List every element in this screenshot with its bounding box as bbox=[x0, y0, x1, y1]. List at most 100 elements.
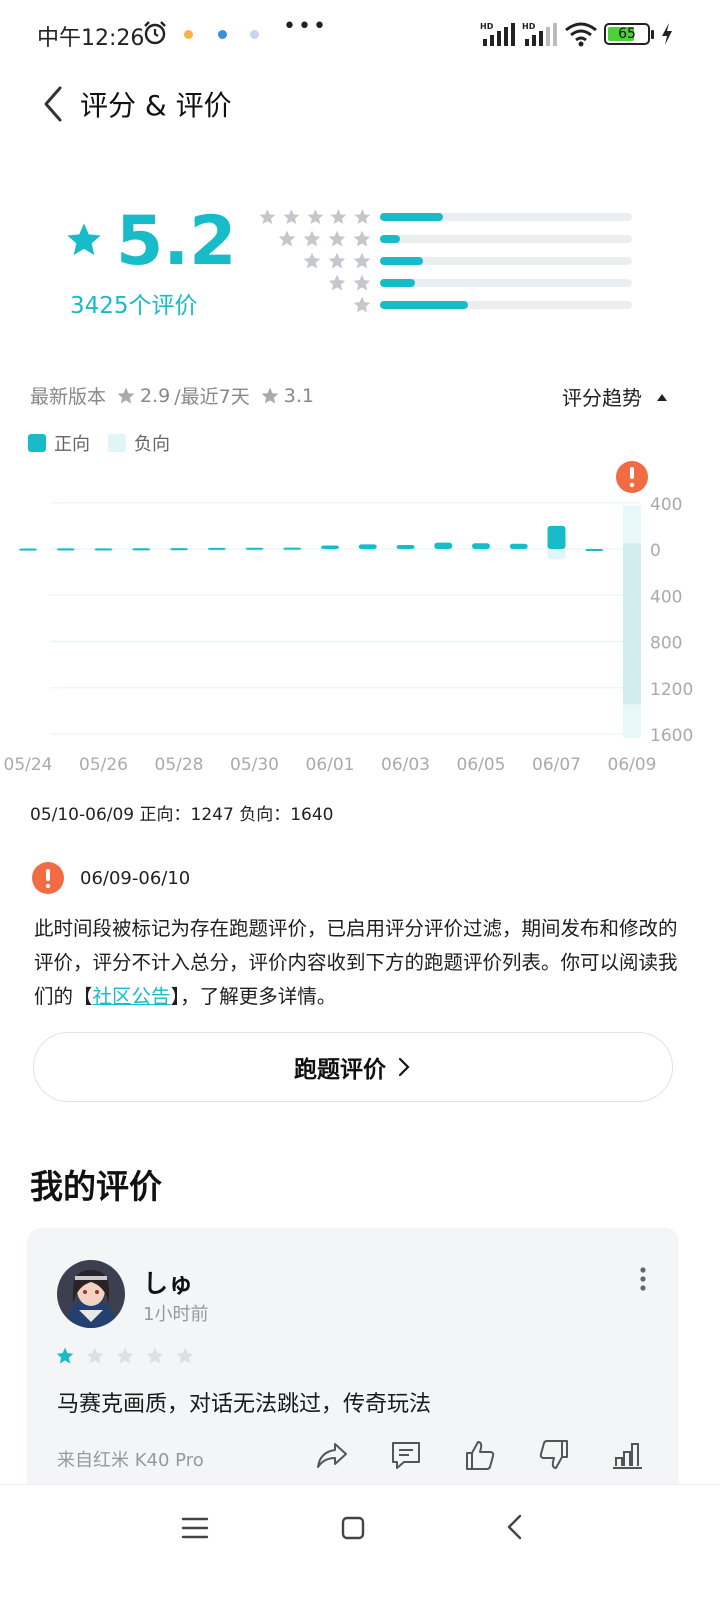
more-options-icon[interactable] bbox=[637, 1266, 649, 1292]
offtopic-reviews-label: 跑题评价 bbox=[294, 1057, 386, 1083]
avatar[interactable] bbox=[57, 1260, 125, 1328]
distribution-stars bbox=[258, 273, 380, 293]
positive-bar bbox=[358, 544, 377, 549]
star-icon bbox=[353, 296, 371, 313]
positive-bar bbox=[509, 543, 528, 549]
latest-version-score: 2.9 bbox=[140, 384, 171, 407]
caret-up-icon bbox=[657, 393, 667, 401]
chart-legend: 正向 负向 bbox=[28, 430, 188, 456]
back-button[interactable] bbox=[36, 80, 76, 128]
menu-icon[interactable] bbox=[180, 1513, 210, 1543]
distribution-row-3-star bbox=[258, 250, 642, 272]
rating-trend-label: 评分趋势 bbox=[562, 386, 642, 410]
wifi-icon bbox=[565, 22, 597, 47]
distribution-bar-fill bbox=[380, 301, 469, 309]
recent-label: /最近7天 bbox=[174, 386, 250, 408]
positive-bar bbox=[56, 548, 75, 551]
y-tick-label: 0 bbox=[650, 541, 661, 561]
period-summary: 05/10-06/09 正向：1247 负向：1640 bbox=[30, 805, 334, 825]
legend-positive: 正向 bbox=[28, 430, 90, 456]
chevron-right-icon bbox=[398, 1057, 410, 1077]
distribution-stars bbox=[258, 229, 380, 249]
legend-negative-label: 负向 bbox=[134, 434, 170, 455]
review-time: 1小时前 bbox=[143, 1304, 209, 1325]
status-indicators: HD HD 65 bbox=[480, 20, 674, 48]
comment-icon[interactable] bbox=[389, 1438, 423, 1472]
x-tick-label: 05/24 bbox=[4, 755, 53, 775]
star-icon bbox=[307, 209, 323, 225]
x-tick-label: 06/01 bbox=[306, 755, 355, 775]
rating-trend-toggle[interactable]: 评分趋势 bbox=[562, 382, 668, 411]
review-content: 马赛克画质，对话无法跳过，传奇玩法 bbox=[57, 1392, 432, 1417]
empty-star-icon bbox=[116, 1347, 134, 1364]
review-user-name: しゅ bbox=[143, 1269, 194, 1298]
star-icon bbox=[353, 230, 371, 247]
notification-icon bbox=[250, 30, 259, 39]
distribution-bar-track bbox=[380, 235, 632, 243]
community-notice-link[interactable]: 社区公告 bbox=[93, 985, 171, 1008]
y-tick-label: 400 bbox=[650, 587, 682, 607]
notice-text-after: 】，了解更多详情。 bbox=[170, 985, 337, 1008]
distribution-row-4-star bbox=[258, 228, 642, 250]
negative-bar bbox=[472, 549, 490, 551]
distribution-bar-track bbox=[380, 279, 632, 287]
star-icon bbox=[328, 252, 346, 269]
review-device: 来自红米 K40 Pro bbox=[57, 1450, 204, 1471]
y-tick-label: 400 bbox=[650, 495, 682, 515]
distribution-bar-fill bbox=[380, 279, 416, 287]
empty-star-icon bbox=[176, 1347, 194, 1364]
home-icon[interactable] bbox=[340, 1513, 366, 1543]
positive-bar bbox=[170, 548, 188, 551]
distribution-stars bbox=[258, 207, 380, 227]
signal-icon: HD bbox=[522, 22, 557, 46]
warning-icon bbox=[32, 862, 64, 894]
legend-swatch bbox=[108, 434, 126, 452]
star-icon bbox=[278, 230, 296, 247]
svg-text:HD: HD bbox=[480, 22, 494, 31]
star-icon bbox=[328, 230, 346, 247]
stats-icon[interactable] bbox=[611, 1438, 645, 1472]
recent-score: 3.1 bbox=[283, 384, 314, 407]
star-icon bbox=[354, 209, 371, 225]
negative-bar bbox=[509, 549, 528, 551]
charging-icon bbox=[662, 23, 672, 45]
distribution-bar-track bbox=[380, 257, 632, 265]
positive-bar bbox=[19, 548, 37, 551]
notification-icon bbox=[218, 30, 227, 39]
y-tick-label: 800 bbox=[650, 634, 682, 654]
share-icon[interactable] bbox=[315, 1438, 349, 1472]
positive-bar bbox=[283, 547, 302, 550]
legend-swatch bbox=[28, 434, 46, 452]
distribution-row-1-star bbox=[258, 294, 642, 316]
x-tick-label: 05/30 bbox=[230, 755, 279, 775]
star-icon bbox=[117, 387, 135, 403]
thumbs-up-icon[interactable] bbox=[463, 1438, 497, 1472]
distribution-bar-track bbox=[380, 213, 632, 221]
offtopic-reviews-button[interactable]: 跑题评价 bbox=[33, 1032, 673, 1102]
system-navigation-bar bbox=[0, 1484, 720, 1600]
review-actions bbox=[315, 1438, 645, 1472]
status-time: 中午12:26 bbox=[37, 26, 145, 51]
legend-negative: 负向 bbox=[108, 430, 170, 456]
star-icon bbox=[303, 230, 321, 247]
rating-distribution bbox=[258, 206, 642, 316]
back-nav-icon[interactable] bbox=[502, 1511, 528, 1543]
distribution-row-5-star bbox=[258, 206, 642, 228]
star-icon bbox=[259, 209, 276, 225]
x-tick-label: 05/28 bbox=[155, 755, 204, 775]
distribution-row-2-star bbox=[258, 272, 642, 294]
rating-star-icon bbox=[67, 223, 101, 255]
more-notifications-icon: ••• bbox=[283, 14, 328, 39]
positive-bar bbox=[207, 547, 226, 550]
distribution-stars bbox=[258, 295, 380, 315]
y-tick-label: 1200 bbox=[650, 680, 693, 700]
review-rating-stars bbox=[55, 1346, 195, 1366]
notification-icon bbox=[184, 30, 193, 39]
positive-bar bbox=[434, 542, 453, 549]
star-icon bbox=[353, 274, 371, 291]
thumbs-down-icon[interactable] bbox=[537, 1438, 571, 1472]
my-review-card: しゅ 1小时前 马赛克画质，对话无法跳过，传奇玩法 来自红米 K40 Pro bbox=[27, 1228, 679, 1498]
signal-icon: HD bbox=[480, 22, 515, 46]
legend-positive-label: 正向 bbox=[54, 434, 90, 455]
page-title: 评分 & 评价 bbox=[80, 89, 232, 122]
